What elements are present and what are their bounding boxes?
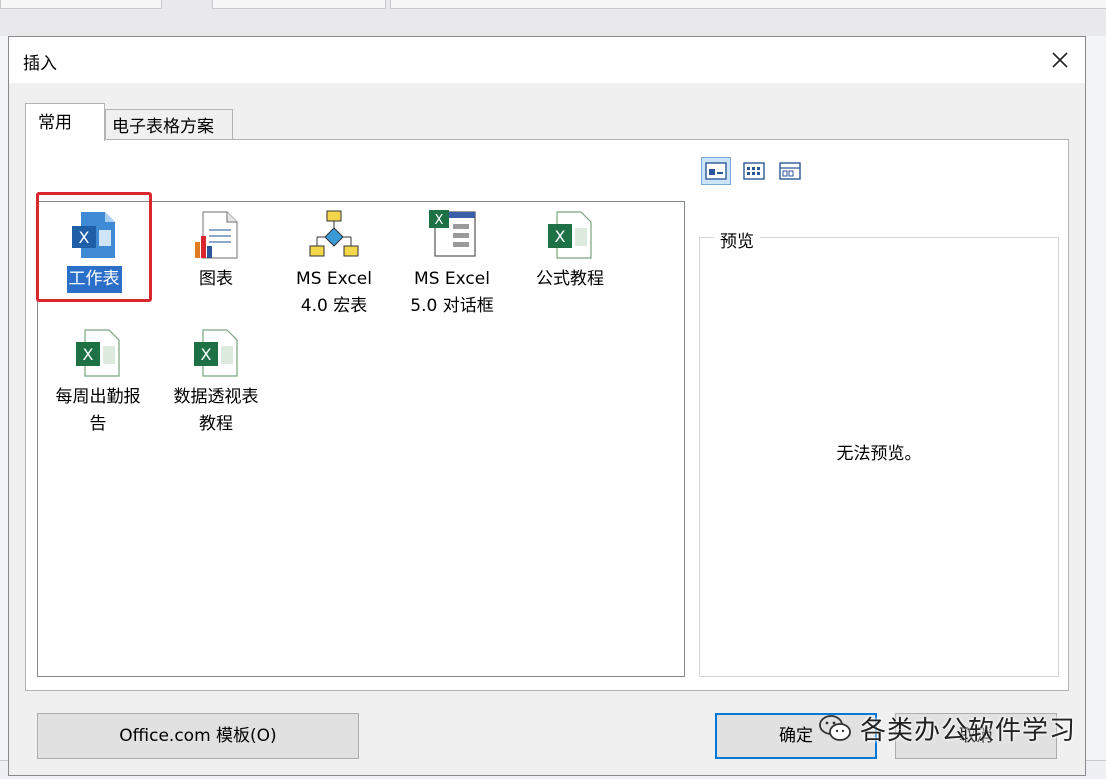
wechat-logo-icon: [819, 715, 851, 741]
insert-dialog: 插入 常用 电子表格方案 X 工作表 图表 MS Excel 4.0 宏表 X …: [8, 36, 1086, 776]
template-label: MS Excel 4.0 宏表: [296, 269, 372, 316]
list-view-icon: [743, 162, 765, 180]
svg-text:X: X: [201, 345, 212, 364]
template-item-formula-tutorial[interactable]: X 公式教程: [512, 208, 628, 293]
template-item-chart[interactable]: 图表: [158, 208, 274, 293]
background-window-top: [0, 0, 1106, 36]
large-icons-view-button[interactable]: [701, 157, 731, 185]
watermark: 各类办公软件学习: [818, 708, 1076, 748]
tab-common[interactable]: 常用: [25, 103, 105, 141]
excel-template-icon: X: [76, 329, 120, 377]
svg-text:X: X: [435, 213, 444, 228]
tab-label: 常用: [38, 113, 72, 133]
background-cell: [0, 0, 162, 9]
template-label: 图表: [199, 269, 233, 289]
excel-template-icon: X: [194, 329, 238, 377]
template-item-pivot-tutorial[interactable]: X 数据透视表 教程: [158, 326, 274, 438]
template-label: 数据透视表 教程: [173, 387, 259, 434]
chart-document-icon: [195, 211, 238, 259]
template-label: 公式教程: [536, 269, 604, 289]
close-icon[interactable]: [1045, 45, 1075, 75]
tab-label: 电子表格方案: [112, 117, 214, 137]
dialog-titlebar: 插入: [9, 37, 1085, 83]
svg-text:X: X: [83, 345, 94, 364]
watermark-text: 各类办公软件学习: [860, 715, 1077, 746]
dialog-title: 插入: [23, 54, 57, 74]
preview-legend: 预览: [714, 227, 760, 252]
template-label: MS Excel 5.0 对话框: [410, 269, 494, 316]
svg-text:X: X: [555, 227, 566, 246]
template-item-excel4-macro[interactable]: MS Excel 4.0 宏表: [276, 208, 392, 320]
large-icons-view-icon: [705, 162, 727, 180]
preview-message: 无法预览。: [836, 444, 922, 464]
template-label: 每周出勤报 告: [55, 387, 141, 434]
tab-spreadsheet-solutions[interactable]: 电子表格方案: [105, 109, 233, 139]
list-view-button[interactable]: [739, 157, 769, 185]
details-view-icon: [779, 162, 801, 180]
office-templates-button[interactable]: Office.com 模板(O): [37, 713, 359, 759]
background-cell: [212, 0, 386, 9]
template-item-worksheet[interactable]: X 工作表: [36, 192, 152, 302]
template-item-weekly-attendance[interactable]: X 每周出勤报 告: [40, 326, 156, 438]
excel-template-icon: X: [548, 211, 592, 259]
details-view-button[interactable]: [775, 157, 805, 185]
highlight-box: [36, 192, 152, 302]
template-list: X 工作表 图表 MS Excel 4.0 宏表 X MS Excel 5.0 …: [36, 192, 685, 677]
template-item-excel5-dialog[interactable]: X MS Excel 5.0 对话框: [394, 208, 510, 320]
background-cell: [390, 0, 1106, 9]
dialog-sheet-icon: X: [429, 210, 476, 257]
macro-sheet-icon: [309, 210, 359, 257]
